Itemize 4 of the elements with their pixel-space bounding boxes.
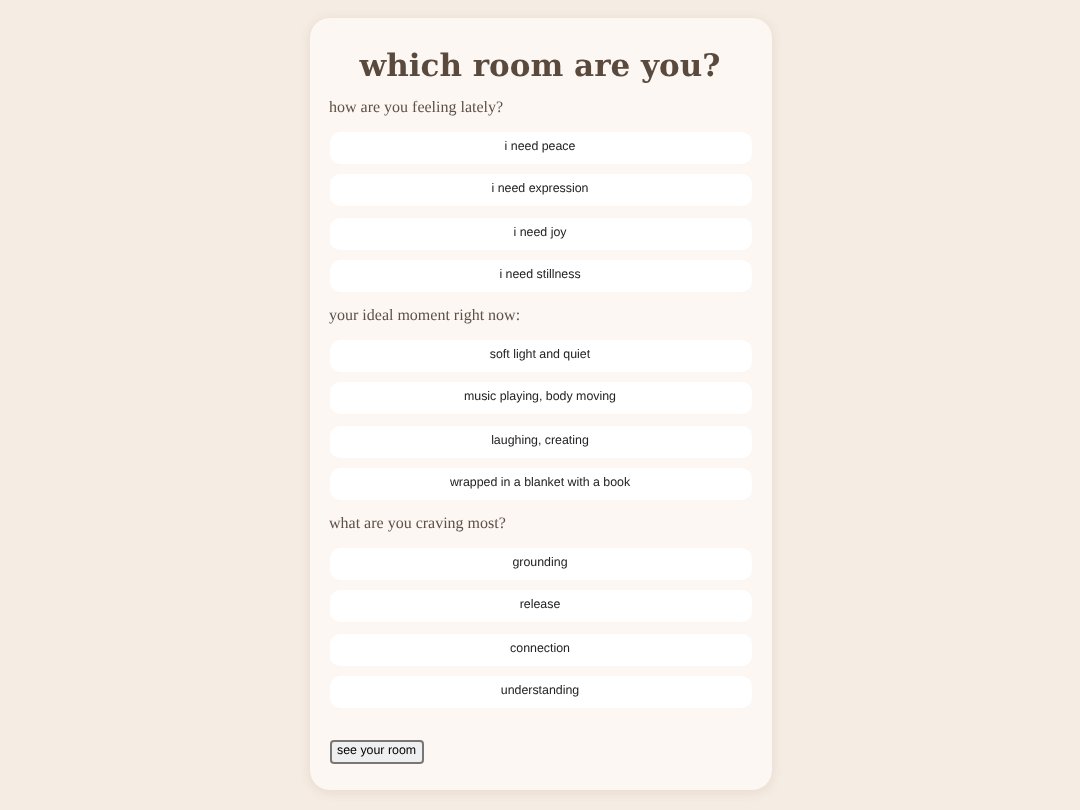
question-prompt: what are you craving most? (329, 514, 508, 534)
question-prompt: how are you feeling lately? (329, 98, 506, 118)
question-prompt: your ideal moment right now: (329, 306, 523, 326)
quiz-title: which room are you? (357, 46, 723, 87)
